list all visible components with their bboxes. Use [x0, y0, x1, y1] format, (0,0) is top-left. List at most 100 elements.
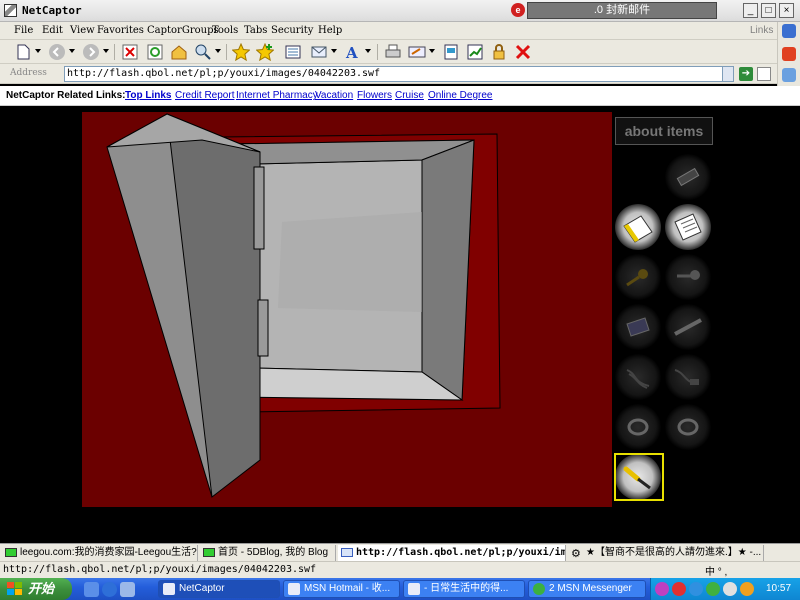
go-button[interactable]: ➔ — [739, 67, 753, 81]
menu-edit[interactable]: Edit — [42, 25, 63, 36]
favorites-icon[interactable] — [232, 43, 250, 61]
inventory-key-silver[interactable] — [665, 254, 711, 300]
inventory-rod[interactable] — [665, 304, 711, 350]
chevron-down-icon[interactable] — [35, 49, 41, 53]
menu-help[interactable]: Help — [318, 25, 342, 36]
tab-label: leegou.com:我的消费家园-Leegou生活?... — [20, 547, 198, 558]
menu-tabs[interactable]: Tabs — [244, 25, 267, 36]
tab-leegou[interactable]: leegou.com:我的消费家园-Leegou生活?... — [2, 545, 198, 561]
taskbar-clock[interactable]: 10:57 — [766, 583, 791, 594]
inventory-battery[interactable] — [665, 154, 711, 200]
window-title: NetCaptor — [22, 4, 82, 17]
address-input[interactable]: http://flash.qbol.net/pl;p/youxi/images/… — [64, 66, 734, 82]
tray-security-icon[interactable] — [740, 582, 754, 596]
start-label: 开始 — [28, 581, 55, 596]
flash-content: about items — [0, 107, 800, 543]
link-online-degree[interactable]: Online Degree — [428, 90, 492, 101]
forward-icon[interactable] — [82, 43, 100, 61]
globe-icon[interactable] — [782, 68, 796, 82]
inventory-note[interactable] — [665, 204, 711, 250]
inventory-card[interactable] — [615, 204, 661, 250]
quicklaunch-ie-icon[interactable] — [102, 582, 117, 597]
mail-notify-icon[interactable]: e — [511, 3, 525, 17]
ime-indicator[interactable]: 中 ° , — [705, 563, 798, 578]
task-label: MSN Hotmail - 收... — [304, 583, 391, 594]
link-cruise[interactable]: Cruise — [395, 90, 424, 101]
minimize-button[interactable]: _ — [743, 3, 758, 18]
address-dropdown[interactable] — [722, 67, 733, 81]
inventory-chip[interactable] — [615, 304, 661, 350]
print-icon[interactable] — [384, 43, 402, 61]
chevron-down-icon[interactable] — [429, 49, 435, 53]
selected-item-frame — [614, 453, 664, 501]
task-daily-life[interactable]: - 日常生活中的得... — [403, 580, 525, 598]
page-icon — [5, 548, 17, 557]
add-favorite-icon[interactable] — [256, 43, 274, 61]
task-netcaptor[interactable]: NetCaptor — [158, 580, 280, 598]
home-icon[interactable] — [170, 43, 188, 61]
start-button[interactable]: 开始 — [0, 578, 72, 600]
task-msn-messenger[interactable]: 2 MSN Messenger — [528, 580, 646, 598]
inventory-ring[interactable] — [615, 404, 661, 450]
mail-notification[interactable]: .0 封新邮件 — [527, 2, 717, 19]
link-top-links[interactable]: Top Links — [125, 90, 171, 101]
netcaptor-icon[interactable] — [782, 24, 796, 38]
safe-scene[interactable] — [82, 112, 612, 507]
close-red-icon[interactable] — [514, 43, 532, 61]
close-button[interactable]: × — [779, 3, 794, 18]
quicklaunch-netcaptor-icon[interactable] — [84, 582, 99, 597]
chevron-down-icon[interactable] — [215, 49, 221, 53]
menu-view[interactable]: View — [70, 25, 95, 36]
links-label[interactable]: Links — [750, 25, 773, 36]
tray-volume-icon[interactable] — [723, 582, 737, 596]
tab-5dblog[interactable]: 首页 - 5DBlog, 我的 Blog — [200, 545, 336, 561]
menu-captorgroups[interactable]: CaptorGroups — [147, 25, 219, 36]
maximize-button[interactable]: □ — [761, 3, 776, 18]
chevron-down-icon[interactable] — [331, 49, 337, 53]
quicklaunch-desktop-icon[interactable] — [120, 582, 135, 597]
gear-icon: ⚙ — [571, 548, 581, 560]
inventory-plug[interactable] — [665, 354, 711, 400]
page-icon[interactable] — [442, 43, 460, 61]
history-icon[interactable] — [284, 43, 302, 61]
door-hinge-top — [253, 166, 265, 250]
link-flowers[interactable]: Flowers — [357, 90, 392, 101]
related-links-title: NetCaptor Related Links: — [6, 90, 126, 101]
inventory-key-gold[interactable] — [615, 254, 661, 300]
tab-iq[interactable]: ⚙ ★【智商不是很高的人請勿進來.】★ -... — [568, 545, 764, 561]
link-vacation[interactable]: Vacation — [315, 90, 353, 101]
tray-msn-icon[interactable] — [706, 582, 720, 596]
tab-label: http://flash.qbol.net/pl;p/youxi/im... — [356, 547, 566, 558]
chevron-down-icon[interactable] — [103, 49, 109, 53]
link-internet-pharmacy[interactable]: Internet Pharmacy — [236, 90, 318, 101]
link-credit-report[interactable]: Credit Report — [175, 90, 234, 101]
inventory-ring-2[interactable] — [665, 404, 711, 450]
menu-favorites[interactable]: Favorites — [97, 25, 144, 36]
rod-icon — [674, 318, 702, 336]
chevron-down-icon[interactable] — [365, 49, 371, 53]
tray-alert-icon[interactable] — [672, 582, 686, 596]
search-icon[interactable] — [194, 43, 212, 61]
page-options-icon[interactable] — [757, 67, 771, 81]
refresh-icon[interactable] — [146, 43, 164, 61]
note-icon — [674, 213, 702, 241]
chart-icon[interactable] — [466, 43, 484, 61]
tab-flash-game[interactable]: http://flash.qbol.net/pl;p/youxi/im... — [338, 545, 566, 561]
chevron-down-icon[interactable] — [69, 49, 75, 53]
new-icon[interactable] — [14, 43, 32, 61]
tray-app-icon[interactable] — [655, 582, 669, 596]
tray-network-icon[interactable] — [689, 582, 703, 596]
back-icon[interactable] — [48, 43, 66, 61]
inventory-wire[interactable] — [615, 354, 661, 400]
menu-security[interactable]: Security — [271, 25, 313, 36]
stop-icon[interactable] — [121, 43, 139, 61]
about-items-button[interactable]: about items — [615, 117, 713, 145]
edit-icon[interactable] — [408, 43, 426, 61]
task-hotmail[interactable]: MSN Hotmail - 收... — [283, 580, 400, 598]
menu-tools[interactable]: Tools — [212, 25, 238, 36]
app-icon — [4, 4, 17, 17]
mail-icon[interactable] — [310, 43, 328, 61]
font-icon[interactable]: A — [344, 43, 362, 61]
lock-icon[interactable] — [490, 43, 508, 61]
menu-file[interactable]: File — [14, 25, 33, 36]
